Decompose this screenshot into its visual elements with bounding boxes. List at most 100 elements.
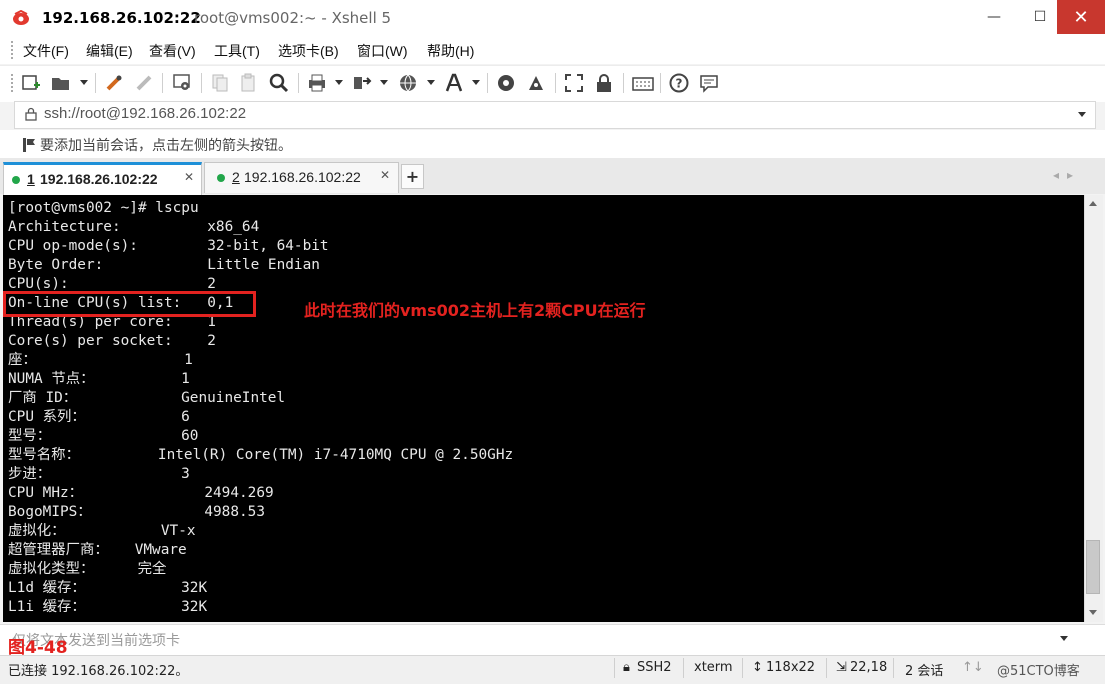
font-icon[interactable] xyxy=(443,72,465,94)
chat-icon[interactable] xyxy=(698,72,720,94)
toolbar-separator xyxy=(162,73,163,93)
session-count-status: 2 会话 xyxy=(905,664,944,679)
terminal-type-status: xterm xyxy=(694,660,733,675)
protocol-status: SSH2 xyxy=(637,660,672,675)
toolbar-separator xyxy=(623,73,624,93)
open-dropdown-icon[interactable] xyxy=(80,80,88,85)
keyboard-icon[interactable] xyxy=(632,72,654,94)
watermark: @51CTO博客 xyxy=(997,664,1080,679)
tab-close-icon[interactable]: ✕ xyxy=(184,170,194,184)
lock-icon xyxy=(25,107,37,125)
lock-icon[interactable] xyxy=(593,72,615,94)
terminal-line: Byte Order: Little Endian xyxy=(8,257,320,273)
connection-status: 已连接 192.168.26.102:22。 xyxy=(8,664,189,679)
fullscreen-icon[interactable] xyxy=(563,72,585,94)
bookmark-arrow-icon[interactable] xyxy=(22,137,36,157)
scroll-down-icon[interactable] xyxy=(1089,610,1097,615)
status-separator xyxy=(893,658,894,678)
transfer-dropdown-icon[interactable] xyxy=(380,80,388,85)
scrollbar-thumb[interactable] xyxy=(1086,540,1100,594)
status-separator xyxy=(826,658,827,678)
terminal-line: BogoMIPS： 4988.53 xyxy=(8,504,265,520)
terminal-line: Architecture: x86_64 xyxy=(8,219,260,235)
tab-scroll-arrows-icon[interactable]: ◂▸ xyxy=(1053,168,1081,182)
font-dropdown-icon[interactable] xyxy=(472,80,480,85)
highlight-box xyxy=(3,291,256,317)
address-dropdown-icon[interactable] xyxy=(1078,112,1086,117)
disconnect-icon[interactable] xyxy=(133,72,155,94)
session-arrows-icon[interactable]: ↑↓ xyxy=(962,660,984,675)
lock-icon: 🔒︎ xyxy=(623,660,630,675)
terminal-line: 超管理器厂商： VMware xyxy=(8,542,187,558)
terminal-line: CPU op-mode(s): 32-bit, 64-bit xyxy=(8,238,329,254)
menu-tools[interactable]: 工具(T) xyxy=(214,41,260,61)
terminal-size-status: 118x22 xyxy=(766,660,816,675)
window-title-host: 192.168.26.102:22 xyxy=(42,9,201,27)
terminal-line: 虚拟化： VT-x xyxy=(8,523,196,539)
terminal-line: [root@vms002 ~]# lscpu xyxy=(8,200,199,216)
annotation-text: 此时在我们的vms002主机上有2颗CPU在运行 xyxy=(304,301,646,320)
menu-edit[interactable]: 编辑(E) xyxy=(86,41,133,61)
cursor-position-status: 22,18 xyxy=(850,660,888,675)
terminal-line: 步进： 3 xyxy=(8,466,190,482)
status-dot-icon xyxy=(217,174,225,182)
reconnect-icon[interactable] xyxy=(103,72,125,94)
toolbar-separator xyxy=(555,73,556,93)
print-icon[interactable] xyxy=(306,72,328,94)
terminal-line: CPU 系列： 6 xyxy=(8,409,190,425)
toolbar-separator xyxy=(95,73,96,93)
terminal-line: L1d 缓存： 32K xyxy=(8,580,208,596)
tab-label: 192.168.26.102:22 xyxy=(40,171,158,187)
print-dropdown-icon[interactable] xyxy=(335,80,343,85)
menu-file[interactable]: 文件(F) xyxy=(23,41,69,61)
menu-grip[interactable] xyxy=(11,41,16,59)
terminal-line: L1i 缓存： 32K xyxy=(8,599,208,615)
status-dot-icon xyxy=(12,176,20,184)
terminal-line: 型号名称： Intel(R) Core(TM) i7-4710MQ CPU @ … xyxy=(8,447,514,463)
help-icon[interactable]: ? xyxy=(668,72,690,94)
find-icon[interactable] xyxy=(268,72,290,94)
xagent-icon[interactable] xyxy=(525,72,547,94)
scroll-up-icon[interactable] xyxy=(1089,201,1097,206)
minimize-button[interactable]: — xyxy=(971,0,1017,34)
tab-label: 192.168.26.102:22 xyxy=(244,169,361,185)
resize-icon: ↕ xyxy=(752,660,763,675)
properties-icon[interactable] xyxy=(171,72,193,94)
hint-text: 要添加当前会话，点击左侧的箭头按钮。 xyxy=(40,138,292,154)
copy-icon[interactable] xyxy=(209,72,231,94)
add-tab-button[interactable]: + xyxy=(401,164,424,189)
menu-tabs[interactable]: 选项卡(B) xyxy=(278,41,339,61)
address-input[interactable]: ssh://root@192.168.26.102:22 xyxy=(44,105,246,122)
toolbar-separator xyxy=(660,73,661,93)
toolbar xyxy=(0,65,1105,102)
menu-window[interactable]: 窗口(W) xyxy=(357,41,408,61)
status-separator xyxy=(683,658,684,678)
terminal-line: NUMA 节点： 1 xyxy=(8,371,190,387)
new-session-icon[interactable] xyxy=(20,72,42,94)
terminal-line: 座： 1 xyxy=(8,352,193,368)
terminal-line: 厂商 ID： GenuineIntel xyxy=(8,390,286,406)
xshell-logo-icon xyxy=(12,9,30,26)
menu-help[interactable]: 帮助(H) xyxy=(427,41,474,61)
paste-icon[interactable] xyxy=(238,72,260,94)
close-button[interactable]: ✕ xyxy=(1057,0,1105,34)
tab-close-icon[interactable]: ✕ xyxy=(380,168,390,182)
window-title: root@vms002:~ - Xshell 5 xyxy=(194,9,392,27)
terminal-area[interactable]: [root@vms002 ~]# lscpu Architecture: x86_… xyxy=(3,195,1084,622)
tab-number: 1 xyxy=(27,171,35,187)
send-target-dropdown-icon[interactable] xyxy=(1060,636,1068,641)
tab-session-2[interactable]: 2 192.168.26.102:22 ✕ xyxy=(204,162,399,193)
globe-icon[interactable] xyxy=(397,72,419,94)
status-separator xyxy=(614,658,615,678)
menu-view[interactable]: 查看(V) xyxy=(149,41,196,61)
toolbar-grip[interactable] xyxy=(11,74,16,92)
tab-session-1[interactable]: 1 192.168.26.102:22 ✕ xyxy=(3,162,202,195)
terminal-line: 虚拟化类型： 完全 xyxy=(8,561,167,577)
status-separator xyxy=(742,658,743,678)
xftp-icon[interactable] xyxy=(495,72,517,94)
open-folder-icon[interactable] xyxy=(50,72,72,94)
transfer-icon[interactable] xyxy=(351,72,373,94)
terminal-line: CPU MHz： 2494.269 xyxy=(8,485,274,501)
terminal-line: 型号： 60 xyxy=(8,428,199,444)
globe-dropdown-icon[interactable] xyxy=(427,80,435,85)
